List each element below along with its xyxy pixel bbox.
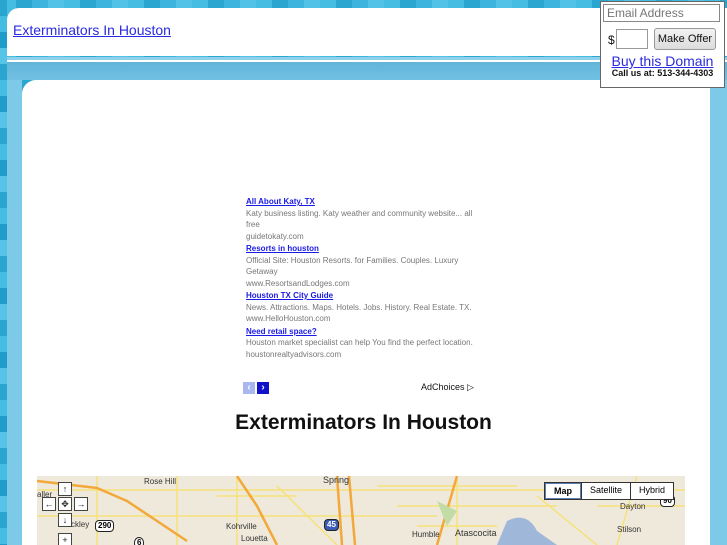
zoom-in-icon[interactable]: + [58, 533, 72, 545]
call-us-text: Call us at: 513-344-4303 [611, 68, 714, 78]
pan-up-icon[interactable]: ↑ [58, 482, 72, 496]
ad-description: Official Site: Houston Resorts. for Fami… [246, 255, 459, 277]
map-type-satellite-button[interactable]: Satellite [581, 483, 630, 499]
domain-offer-box: $ Make Offer Buy this Domain Call us at:… [600, 1, 725, 88]
buy-domain-link[interactable]: Buy this Domain [601, 53, 724, 69]
chevron-right-icon[interactable]: › [257, 382, 269, 394]
chevron-left-icon[interactable]: ‹ [243, 382, 255, 394]
ad-title-link[interactable]: Houston TX City Guide [246, 290, 476, 302]
right-border [710, 80, 727, 545]
highway-shield: 290 [95, 520, 115, 532]
ad-item: All About Katy, TX Katy business listing… [246, 196, 476, 242]
currency-symbol: $ [608, 33, 615, 47]
email-input[interactable] [603, 4, 720, 22]
ad-pagination: ‹ › [243, 382, 269, 394]
ad-description: News. Attractions. Maps. Hotels. Jobs. H… [246, 302, 472, 312]
pan-right-icon[interactable]: → [74, 497, 88, 511]
map-type-hybrid-button[interactable]: Hybrid [630, 483, 673, 499]
adchoices-link[interactable]: AdChoices ▷ [421, 382, 474, 393]
ad-title-link[interactable]: All About Katy, TX [246, 196, 476, 208]
ad-title-link[interactable]: Resorts in houston [246, 243, 476, 255]
ad-description: Katy business listing. Katy weather and … [246, 208, 473, 230]
map-type-switcher: Map Satellite Hybrid [544, 482, 675, 500]
interstate-shield: 45 [324, 519, 339, 531]
ad-url[interactable]: guidetokaty.com [246, 231, 476, 243]
offer-amount-input[interactable] [616, 29, 648, 49]
map-label: ckley [71, 520, 90, 529]
background-tiles [0, 0, 7, 545]
site-title-link[interactable]: Exterminators In Houston [13, 22, 171, 38]
ad-url[interactable]: www.HelloHouston.com [246, 313, 476, 325]
ad-item: Need retail space? Houston market specia… [246, 326, 476, 361]
pan-left-icon[interactable]: ← [42, 497, 56, 511]
ad-url[interactable]: www.ResortsandLodges.com [246, 278, 476, 290]
ad-description: Houston market specialist can help You f… [246, 338, 473, 347]
highway-shield: 6 [134, 537, 145, 545]
page-heading: Exterminators In Houston [235, 411, 492, 434]
map-type-map-button[interactable]: Map [545, 483, 581, 499]
left-border [7, 80, 22, 545]
map-label: Louetta [241, 534, 268, 543]
sponsored-ads: All About Katy, TX Katy business listing… [246, 196, 476, 361]
map-label: Atascocita [455, 528, 497, 538]
map-label: Dayton [620, 502, 646, 511]
ad-item: Resorts in houston Official Site: Housto… [246, 243, 476, 289]
ad-url[interactable]: houstonrealtyadvisors.com [246, 349, 476, 361]
map-label: Stilson [617, 525, 642, 534]
pan-down-icon[interactable]: ↓ [58, 513, 72, 527]
map-widget[interactable]: Rose Hill Spring aller ckley Kohrville L… [37, 476, 685, 545]
pan-center-icon[interactable]: ✥ [58, 497, 72, 511]
ad-item: Houston TX City Guide News. Attractions.… [246, 290, 476, 325]
make-offer-button[interactable]: Make Offer [654, 28, 716, 50]
map-label: Spring [323, 476, 350, 485]
map-label: Humble [412, 530, 440, 539]
map-label: Rose Hill [144, 477, 177, 486]
ad-title-link[interactable]: Need retail space? [246, 326, 476, 338]
map-label: Kohrville [226, 522, 257, 531]
